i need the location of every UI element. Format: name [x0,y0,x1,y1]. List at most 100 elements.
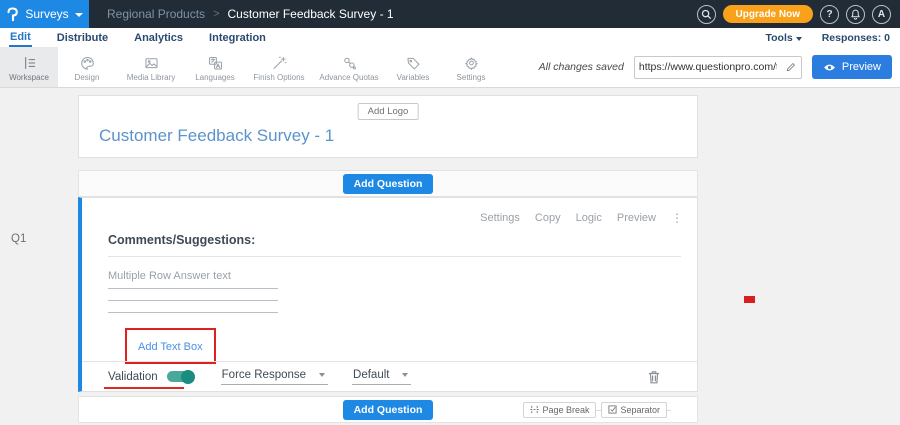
survey-url-input[interactable] [635,61,781,73]
more-options-icon[interactable]: ⋮ [671,211,683,225]
tools-menu[interactable]: Tools [765,32,801,44]
validation-toggle[interactable] [167,371,194,382]
languages-icon [207,55,224,71]
answer-placeholder[interactable]: Multiple Row Answer text [108,270,231,282]
add-question-button[interactable]: Add Question [343,174,434,194]
breadcrumb-parent[interactable]: Regional Products [107,7,205,21]
design-palette-icon [79,55,96,71]
page-controls: Page Break Separator [523,402,667,418]
survey-url-field [634,56,802,79]
section-nav: Edit Distribute Analytics Integration To… [0,28,900,47]
preview-label: Preview [842,61,881,73]
delete-question-button[interactable] [648,370,660,384]
settings-gear-icon [463,55,480,71]
force-response-dropdown[interactable]: Force Response [221,369,328,385]
toolbar-item-label: Media Library [127,73,175,82]
eye-icon [823,63,836,72]
survey-title[interactable]: Customer Feedback Survey - 1 [99,126,334,146]
chevron-down-icon [75,13,83,17]
answer-row-line[interactable] [108,312,278,313]
separator-checkbox-icon [608,405,617,414]
force-response-label: Force Response [222,369,306,381]
question-controls: Settings Copy Logic Preview ⋮ [480,211,683,225]
question-number-label: Q1 [11,233,26,245]
add-question-button[interactable]: Add Question [343,400,434,420]
answer-row-line[interactable] [108,300,278,301]
workspace-icon [21,55,38,71]
nav-right: Tools Responses: 0 [765,32,900,44]
tab-distribute[interactable]: Distribute [56,30,109,46]
separator-button[interactable]: Separator [601,402,667,418]
red-dash-annotation [744,296,755,303]
toolbar-item-settings[interactable]: Settings [442,47,500,87]
toolbar-item-label: Design [75,73,100,82]
breadcrumb-separator: > [213,8,219,20]
question-settings-button[interactable]: Settings [480,212,520,224]
tab-integration[interactable]: Integration [208,30,267,46]
account-avatar[interactable]: A [872,5,891,24]
toolbar-item-label: Variables [397,73,430,82]
tab-edit[interactable]: Edit [9,29,32,47]
editor-toolbar: Workspace Design Media Library Languages… [0,47,900,88]
search-button[interactable] [697,5,716,24]
add-question-strip-bottom: Add Question Page Break Separator [78,396,698,423]
toolbar-item-variables[interactable]: Variables [384,47,442,87]
add-text-box-highlight: Add Text Box [125,328,216,364]
default-label: Default [353,369,389,381]
toolbar-right: All changes saved Preview [539,47,900,87]
toggle-knob [181,370,195,384]
toolbar-item-advance-quotas[interactable]: Advance Quotas [314,47,384,87]
question-copy-button[interactable]: Copy [535,212,561,224]
chevron-down-icon [796,37,802,41]
breadcrumb-current: Customer Feedback Survey - 1 [228,7,394,21]
add-logo-button[interactable]: Add Logo [358,103,419,120]
chevron-down-icon [402,373,408,377]
toolbar-item-label: Settings [457,73,486,82]
media-library-icon [143,55,160,71]
page-break-button[interactable]: Page Break [523,402,596,418]
pencil-icon [786,62,796,72]
advance-quotas-icon [341,55,358,71]
question-card: Settings Copy Logic Preview ⋮ Comments/S… [78,197,698,392]
toolbar-item-languages[interactable]: Languages [186,47,244,87]
notifications-button[interactable] [846,5,865,24]
upgrade-now-button[interactable]: Upgrade Now [723,5,813,23]
answer-row-line[interactable] [108,288,278,289]
question-text[interactable]: Comments/Suggestions: [108,233,255,247]
tab-analytics[interactable]: Analytics [133,30,184,46]
responses-count[interactable]: Responses: 0 [822,32,890,44]
toolbar-item-label: Advance Quotas [319,73,378,82]
product-switcher[interactable]: Surveys [0,0,89,28]
help-icon: ? [826,9,832,20]
page-break-icon [530,405,539,414]
toolbar-item-label: Finish Options [253,73,304,82]
toolbar-item-design[interactable]: Design [58,47,116,87]
breadcrumb: Regional Products > Customer Feedback Su… [107,7,394,21]
add-text-box-link[interactable]: Add Text Box [138,341,203,353]
topbar-actions: Upgrade Now ? A [697,5,900,24]
variables-tag-icon [405,55,422,71]
preview-button[interactable]: Preview [812,55,892,79]
search-icon [701,9,712,20]
product-name: Surveys [25,7,68,21]
default-dropdown[interactable]: Default [352,369,411,385]
question-preview-button[interactable]: Preview [617,212,656,224]
edit-url-button[interactable] [781,62,801,72]
top-bar: Surveys Regional Products > Customer Fee… [0,0,900,28]
save-status: All changes saved [539,61,624,73]
questionpro-logo-icon [6,7,19,22]
trash-icon [648,370,660,384]
bell-icon [850,9,861,20]
help-button[interactable]: ? [820,5,839,24]
question-divider [108,256,681,257]
question-footer: Validation Force Response Default [82,361,697,391]
validation-label: Validation [108,371,158,383]
add-question-strip-top: Add Question [78,170,698,197]
survey-header-card: Add Logo Customer Feedback Survey - 1 [78,95,698,158]
toolbar-item-workspace[interactable]: Workspace [0,47,58,87]
toolbar-item-media-library[interactable]: Media Library [116,47,186,87]
toolbar-item-finish-options[interactable]: Finish Options [244,47,314,87]
question-logic-button[interactable]: Logic [576,212,602,224]
page-break-label: Page Break [542,405,589,415]
validation-red-underline-annotation [104,387,184,390]
